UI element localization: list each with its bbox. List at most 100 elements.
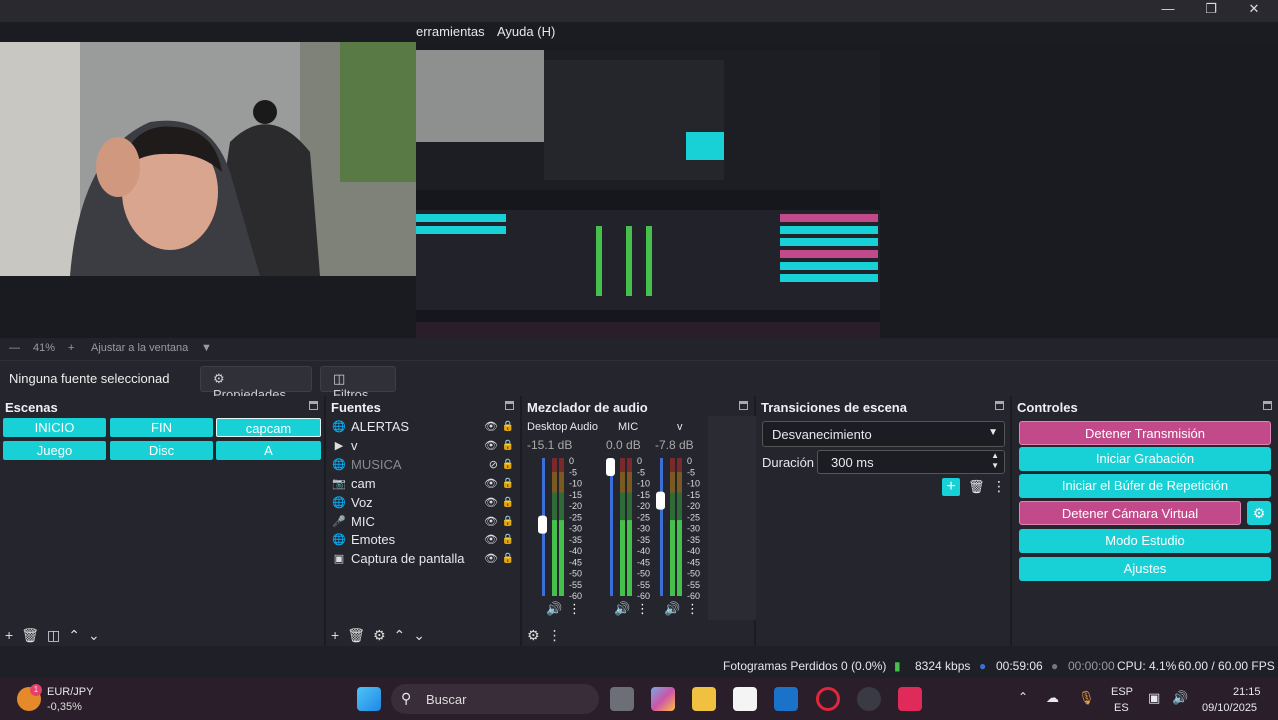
lock-icon[interactable]: 🔒 (502, 534, 514, 545)
source-item[interactable]: 🌐 Voz 👁 🔒 (332, 493, 518, 512)
menu-tools[interactable]: erramientas (416, 24, 485, 39)
trash-icon[interactable]: 🗑 (347, 627, 365, 644)
virtual-camera-settings-button[interactable]: ⚙ (1247, 501, 1271, 525)
scene-disc[interactable]: Disc (110, 441, 213, 460)
source-item[interactable]: 🌐 Emotes 👁 🔒 (332, 530, 518, 549)
add-icon[interactable]: + (5, 627, 13, 644)
chevron-down-icon[interactable]: ⌄ (88, 627, 100, 644)
chevron-down-icon[interactable]: ▼ (201, 342, 212, 354)
lock-icon[interactable]: 🔒 (502, 516, 514, 527)
gear-icon[interactable]: ⚙ (527, 627, 540, 644)
volume-slider[interactable] (610, 458, 613, 596)
filter-icon[interactable]: ◫ (47, 627, 60, 644)
lock-icon[interactable]: 🔒 (502, 459, 514, 470)
microphone-icon[interactable]: 🎙 (1078, 690, 1095, 706)
store-icon[interactable] (733, 687, 757, 711)
chevron-down-icon[interactable]: ⌄ (413, 627, 425, 644)
dock-menu-icon[interactable] (309, 401, 318, 410)
chevron-up-icon[interactable]: ⌃ (1018, 690, 1028, 704)
stop-streaming-button[interactable]: Detener Transmisión (1019, 421, 1271, 445)
minimize-icon[interactable]: — (1157, 1, 1179, 19)
eye-icon[interactable]: 👁 (484, 420, 498, 433)
zoom-out-icon[interactable]: — (9, 342, 20, 354)
add-transition-button[interactable]: + (942, 478, 960, 496)
windows-start-icon[interactable] (357, 687, 381, 711)
lock-icon[interactable]: 🔒 (502, 440, 514, 451)
preview-canvas[interactable] (0, 42, 1278, 340)
more-icon[interactable]: ⋮ (686, 601, 699, 616)
mixer-scrollbar[interactable] (708, 416, 756, 620)
tiktok-icon[interactable] (898, 687, 922, 711)
start-replay-buffer-button[interactable]: Iniciar el Búfer de Repetición (1019, 474, 1271, 498)
lock-icon[interactable]: 🔒 (502, 553, 514, 564)
dock-menu-icon[interactable] (505, 401, 514, 410)
speaker-icon[interactable]: 🔊 (664, 600, 680, 617)
eye-icon[interactable]: 👁 (484, 477, 498, 490)
volume-slider[interactable] (660, 458, 663, 596)
opera-icon[interactable] (816, 687, 840, 711)
volume-icon[interactable]: 🔊 (1172, 690, 1188, 706)
stop-virtual-camera-button[interactable]: Detener Cámara Virtual (1019, 501, 1241, 525)
start-recording-button[interactable]: Iniciar Grabación (1019, 447, 1271, 471)
obs-icon[interactable] (857, 687, 881, 711)
network-icon[interactable]: ▣ (1148, 690, 1160, 706)
volume-handle[interactable] (538, 515, 547, 534)
clock-date[interactable]: 09/10/2025 (1202, 702, 1257, 714)
filters-button[interactable]: ◫ Filtros (320, 366, 396, 402)
dock-menu-icon[interactable] (1263, 401, 1272, 410)
lock-icon[interactable]: 🔒 (502, 421, 514, 432)
clock-time[interactable]: 21:15 (1233, 686, 1261, 698)
speaker-icon[interactable]: 🔊 (614, 600, 630, 617)
eye-icon[interactable]: 👁 (484, 496, 498, 509)
file-explorer-icon[interactable] (692, 687, 716, 711)
eye-icon[interactable]: 👁 (484, 533, 498, 546)
scene-capcam[interactable]: capcam (216, 418, 321, 437)
speaker-icon[interactable]: 🔊 (546, 600, 562, 617)
source-item[interactable]: 📷 cam 👁 🔒 (332, 474, 518, 493)
scene-inicio[interactable]: INICIO (3, 418, 106, 437)
scene-a[interactable]: A (216, 441, 321, 460)
more-icon[interactable]: ⋮ (636, 601, 649, 616)
eye-icon[interactable]: 👁 (484, 552, 498, 565)
more-icon[interactable]: ⋮ (548, 627, 562, 644)
trash-icon[interactable]: 🗑 (21, 627, 39, 644)
settings-button[interactable]: Ajustes (1019, 557, 1271, 581)
language-top[interactable]: ESP (1111, 686, 1133, 698)
source-item[interactable]: 🌐 MUSICA ⊘ 🔒 (332, 455, 518, 474)
chevron-up-icon[interactable]: ⌃ (394, 627, 406, 644)
chevron-up-icon[interactable]: ⌃ (68, 627, 80, 644)
maximize-icon[interactable]: ❐ (1200, 1, 1222, 19)
transition-select[interactable]: Desvanecimiento ▼ (762, 421, 1005, 447)
language-bottom[interactable]: ES (1114, 702, 1129, 714)
lock-icon[interactable]: 🔒 (502, 497, 514, 508)
stepper-arrows-icon[interactable]: ▲ ▼ (991, 451, 999, 471)
properties-button[interactable]: ⚙ Propiedades (200, 366, 312, 402)
source-item[interactable]: 🌐 ALERTAS 👁 🔒 (332, 417, 518, 436)
volume-handle[interactable] (606, 458, 615, 476)
source-item[interactable]: ▣ Captura de pantalla 👁 🔒 (332, 549, 518, 568)
more-icon[interactable]: ⋮ (992, 478, 1006, 495)
eye-icon[interactable]: 👁 (484, 515, 498, 528)
duration-stepper[interactable]: 300 ms ▲ ▼ (817, 450, 1005, 474)
source-item[interactable]: ▶ v 👁 🔒 (332, 436, 518, 455)
gear-icon[interactable]: ⚙ (373, 627, 386, 644)
source-item[interactable]: 🎤 MIC 👁 🔒 (332, 512, 518, 531)
task-view-icon[interactable] (610, 687, 634, 711)
volume-handle[interactable] (656, 491, 665, 510)
menu-help[interactable]: Ayuda (H) (497, 24, 555, 39)
dock-menu-icon[interactable] (995, 401, 1004, 410)
add-icon[interactable]: + (331, 627, 339, 644)
eye-off-icon[interactable]: ⊘ (489, 458, 498, 471)
taskbar-search[interactable]: ⚲ Buscar (391, 684, 599, 714)
studio-mode-button[interactable]: Modo Estudio (1019, 529, 1271, 553)
zoom-in-icon[interactable]: + (68, 342, 74, 354)
fit-window-label[interactable]: Ajustar a la ventana (91, 342, 188, 354)
cloud-icon[interactable]: ☁ (1046, 690, 1059, 706)
scene-juego[interactable]: Juego (3, 441, 106, 460)
copilot-icon[interactable] (651, 687, 675, 711)
close-icon[interactable]: ✕ (1243, 1, 1265, 19)
eye-icon[interactable]: 👁 (484, 439, 498, 452)
lock-icon[interactable]: 🔒 (502, 478, 514, 489)
outlook-icon[interactable] (774, 687, 798, 711)
more-icon[interactable]: ⋮ (568, 601, 581, 616)
